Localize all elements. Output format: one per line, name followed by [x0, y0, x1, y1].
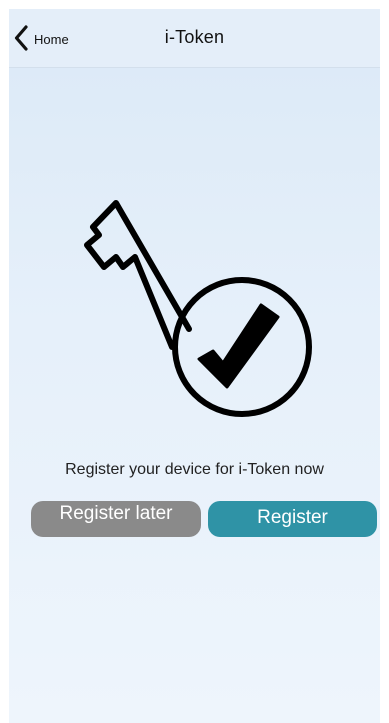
register-later-button[interactable]: Register later	[31, 501, 201, 537]
register-prompt: Register your device for i-Token now	[65, 461, 324, 478]
register-button[interactable]: Register	[208, 501, 377, 537]
page-title: i-Token	[164, 27, 225, 47]
navigation-bar: Home i-Token	[9, 9, 380, 68]
key-check-icon	[84, 200, 312, 417]
itoken-screen: Home i-Token Register your device for i-…	[9, 9, 380, 723]
